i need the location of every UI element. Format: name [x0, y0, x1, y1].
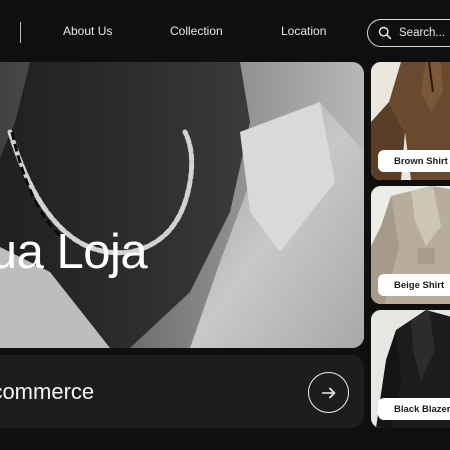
hero-title-line-2: ual	[0, 277, 346, 327]
search-input[interactable]: Search...	[367, 19, 450, 47]
header: About Us Collection Location Search...	[0, 0, 450, 64]
arrow-right-icon	[321, 387, 335, 398]
nav-link-location[interactable]: Location	[281, 24, 326, 38]
hero-title: e sua Loja ual	[0, 227, 346, 327]
cta-banner: entor e Woocommerce	[0, 355, 364, 428]
search-icon	[378, 26, 392, 40]
cta-banner-text: entor e Woocommerce	[0, 379, 95, 404]
page: About Us Collection Location Search... u…	[0, 0, 450, 450]
nav-link-collection[interactable]: Collection	[170, 24, 223, 38]
next-arrow-button[interactable]	[308, 372, 349, 413]
product-card-beige-shirt[interactable]: Beige Shirt	[371, 186, 450, 304]
product-label: Black Blazer	[378, 398, 450, 420]
hero-title-line-1: e sua Loja	[0, 225, 148, 279]
hero-banner: e sua Loja ual	[0, 62, 364, 348]
product-card-brown-shirt[interactable]: Brown Shirt	[371, 62, 450, 180]
nav-divider	[20, 22, 21, 43]
product-label: Beige Shirt	[378, 274, 450, 296]
product-label: Brown Shirt	[378, 150, 450, 172]
nav-link-about-us[interactable]: About Us	[63, 24, 112, 38]
product-card-black-blazer[interactable]: Black Blazer	[371, 310, 450, 428]
search-placeholder: Search...	[399, 27, 446, 39]
